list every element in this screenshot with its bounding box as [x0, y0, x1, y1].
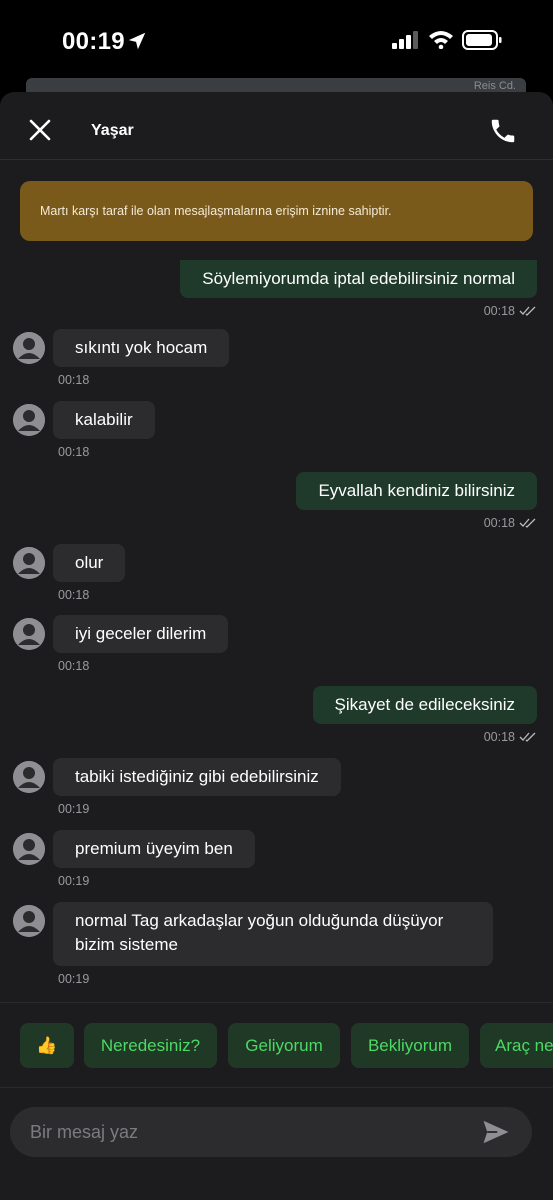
user-avatar-icon: [13, 905, 45, 937]
message-composer: [10, 1107, 532, 1157]
contact-name: Yaşar: [91, 122, 134, 139]
cellular-signal-icon: [392, 31, 418, 49]
avatar: [13, 618, 45, 650]
message-meta: 00:18: [296, 516, 537, 530]
chat-sheet: Yaşar Martı karşı taraf ile olan mesajla…: [0, 92, 553, 1200]
message-time: 00:18: [58, 373, 90, 387]
message-bubble[interactable]: iyi geceler dilerim: [53, 615, 229, 653]
quick-reply-bekliyorum[interactable]: Bekliyorum: [351, 1023, 469, 1068]
quick-reply-arac[interactable]: Araç ne: [480, 1023, 553, 1068]
message-bubble[interactable]: Eyvallah kendiniz bilirsiniz: [296, 472, 537, 510]
user-avatar-icon: [13, 761, 45, 793]
message-incoming: sıkıntı yok hocam 00:18: [53, 329, 230, 387]
quick-replies[interactable]: 👍 Neredesiniz? Geliyorum Bekliyorum Araç…: [0, 1002, 553, 1088]
message-outgoing: Söylemiyorumda iptal edebilirsiniz norma…: [180, 260, 537, 318]
message-bubble[interactable]: Söylemiyorumda iptal edebilirsiniz norma…: [180, 260, 537, 298]
avatar: [13, 761, 45, 793]
message-bubble[interactable]: tabiki istediğiniz gibi edebilirsiniz: [53, 758, 341, 796]
user-avatar-icon: [13, 404, 45, 436]
send-icon[interactable]: [480, 1117, 512, 1147]
message-meta: 00:18: [313, 730, 537, 744]
message-bubble[interactable]: Şikayet de edileceksiniz: [312, 686, 537, 724]
message-list[interactable]: Söylemiyorumda iptal edebilirsiniz norma…: [0, 260, 553, 1002]
message-text-line: bizim sisteme: [75, 935, 178, 954]
quick-reply-thumbs-up[interactable]: 👍: [20, 1023, 74, 1068]
message-time: 00:18: [58, 659, 90, 673]
message-text-line: normal Tag arkadaşlar yoğun olduğunda dü…: [75, 911, 444, 930]
message-time: 00:18: [483, 730, 515, 744]
quick-reply-geliyorum[interactable]: Geliyorum: [228, 1023, 340, 1068]
privacy-notice-text: Martı karşı taraf ile olan mesajlaşmalar…: [40, 204, 392, 218]
message-incoming: iyi geceler dilerim 00:18: [53, 615, 229, 673]
message-time: 00:18: [58, 588, 90, 602]
message-incoming: normal Tag arkadaşlar yoğun olduğunda dü…: [53, 902, 493, 986]
message-input[interactable]: [30, 1107, 470, 1157]
message-bubble[interactable]: olur: [53, 544, 126, 582]
status-bar: 00:19: [0, 0, 553, 80]
double-check-icon: [519, 518, 536, 528]
avatar: [13, 547, 45, 579]
avatar: [13, 905, 45, 937]
message-bubble[interactable]: premium üyeyim ben: [53, 830, 255, 868]
wifi-icon: [429, 31, 453, 49]
user-avatar-icon: [13, 833, 45, 865]
chat-header: Yaşar: [0, 92, 553, 160]
map-street-label: Reis Cd.: [473, 80, 516, 92]
avatar: [13, 404, 45, 436]
quick-reply-neredesiniz[interactable]: Neredesiniz?: [84, 1023, 217, 1068]
message-outgoing: Şikayet de edileceksiniz 00:18: [312, 686, 537, 744]
double-check-icon: [519, 732, 536, 742]
message-outgoing: Eyvallah kendiniz bilirsiniz 00:18: [296, 472, 537, 530]
message-time: 00:19: [58, 972, 90, 986]
message-bubble[interactable]: kalabilir: [53, 401, 155, 439]
message-bubble[interactable]: normal Tag arkadaşlar yoğun olduğunda dü…: [53, 902, 493, 966]
message-meta: 00:18: [180, 304, 537, 318]
status-time: 00:19: [62, 28, 125, 55]
battery-icon: [462, 30, 502, 50]
message-time: 00:18: [483, 304, 515, 318]
message-incoming: olur 00:18: [53, 544, 126, 602]
message-time: 00:18: [483, 516, 515, 530]
double-check-icon: [519, 306, 536, 316]
message-incoming: kalabilir 00:18: [53, 401, 155, 459]
close-icon[interactable]: [26, 116, 54, 144]
message-bubble[interactable]: sıkıntı yok hocam: [53, 329, 230, 367]
message-incoming: tabiki istediğiniz gibi edebilirsiniz 00…: [53, 758, 341, 816]
message-time: 00:19: [58, 802, 90, 816]
user-avatar-icon: [13, 618, 45, 650]
message-incoming: premium üyeyim ben 00:19: [53, 830, 255, 888]
message-time: 00:19: [58, 874, 90, 888]
user-avatar-icon: [13, 332, 45, 364]
avatar: [13, 833, 45, 865]
message-time: 00:18: [58, 445, 90, 459]
user-avatar-icon: [13, 547, 45, 579]
phone-icon[interactable]: [488, 116, 518, 146]
avatar: [13, 332, 45, 364]
location-arrow-icon: [128, 32, 146, 50]
privacy-notice: Martı karşı taraf ile olan mesajlaşmalar…: [20, 181, 533, 241]
